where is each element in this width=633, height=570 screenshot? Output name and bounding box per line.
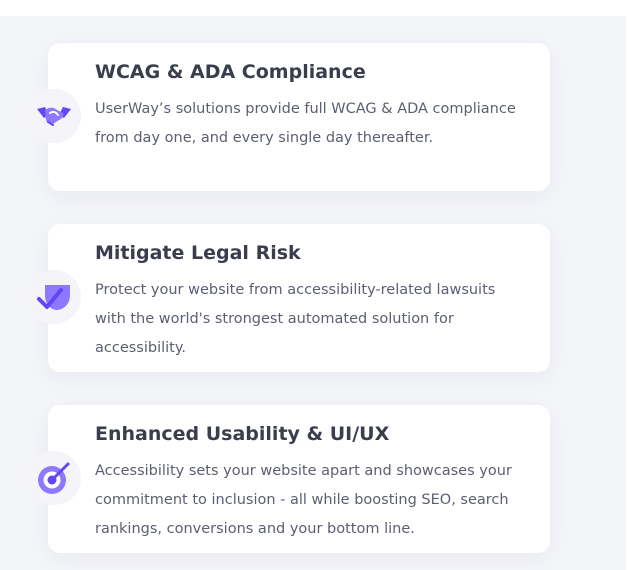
feature-card-legal: Mitigate Legal Risk Protect your website… [27,224,550,372]
features-section: WCAG & ADA Compliance UserWay’s solution… [0,0,633,570]
feature-description: UserWay’s solutions provide full WCAG & … [95,101,516,146]
right-strip [626,16,633,570]
feature-title: Mitigate Legal Risk [95,242,301,264]
shield-check-icon-badge [27,270,81,324]
feature-title: Enhanced Usability & UI/UX [95,423,390,445]
handshake-icon-badge [27,89,81,143]
feature-title: WCAG & ADA Compliance [95,61,366,83]
handshake-icon [37,107,71,126]
feature-description: Protect your website from accessibility-… [95,282,496,356]
target-icon [38,462,70,494]
feature-description: Accessibility sets your website apart an… [95,463,512,537]
shield-check-icon [37,285,70,310]
feature-card-usability: Enhanced Usability & UI/UX Accessibility… [27,405,550,553]
top-strip [0,0,633,16]
feature-card-compliance: WCAG & ADA Compliance UserWay’s solution… [27,43,550,191]
target-icon-badge [27,451,81,505]
